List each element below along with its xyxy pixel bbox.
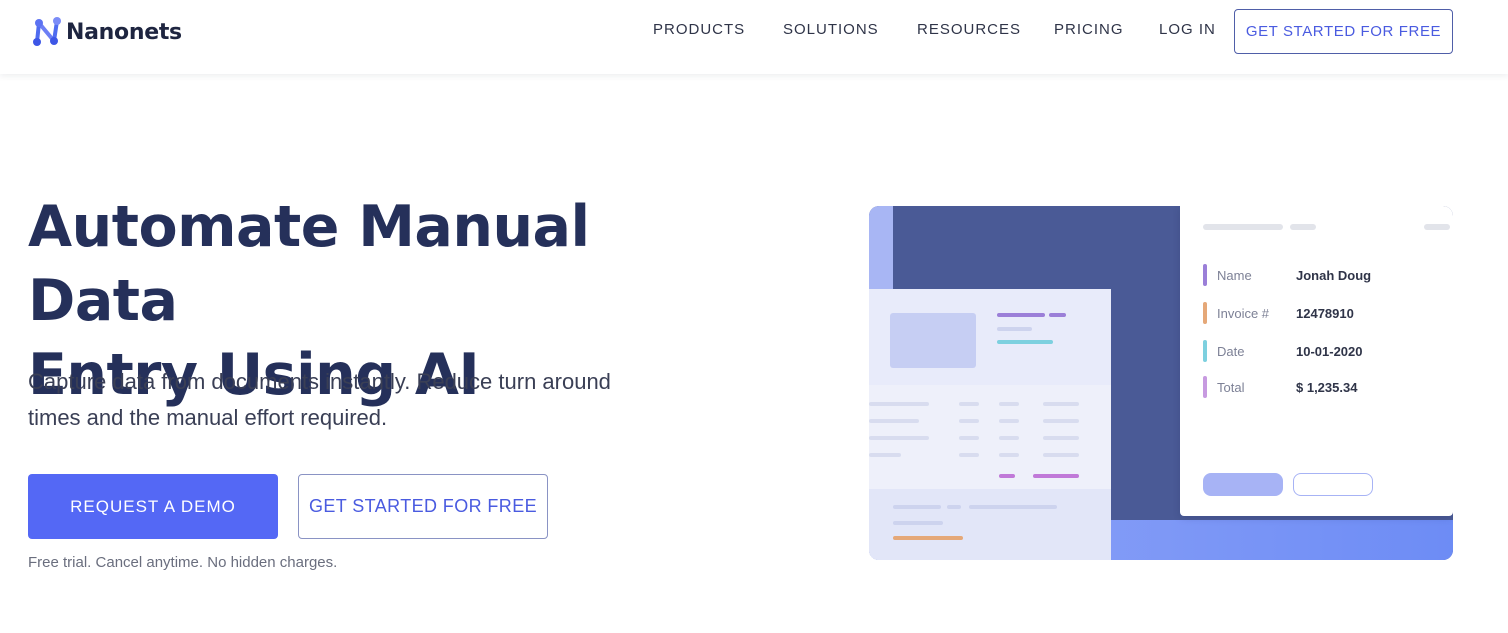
field-value: Jonah Doug [1296, 267, 1372, 283]
field-date: Date 10-01-2020 [1203, 340, 1363, 362]
get-started-free-button[interactable]: GET STARTED FOR FREE [298, 474, 548, 539]
document-line [1043, 436, 1079, 440]
document-line [959, 419, 979, 423]
document-line [893, 521, 943, 525]
invoice-illustration: Name Jonah Doug Invoice # 12478910 Date … [869, 206, 1453, 560]
document-line [869, 402, 929, 406]
document-line [999, 453, 1019, 457]
field-marker [1203, 376, 1207, 398]
document-line [869, 453, 901, 457]
document-total-line [1033, 474, 1079, 478]
trial-note: Free trial. Cancel anytime. No hidden ch… [28, 554, 338, 571]
document-line [959, 453, 979, 457]
nav-products[interactable]: PRODUCTS [653, 21, 745, 38]
site-header: Nanonets PRODUCTS SOLUTIONS RESOURCES PR… [0, 0, 1508, 74]
field-marker [1203, 264, 1207, 286]
document-line [997, 340, 1053, 344]
field-label: Total [1217, 379, 1245, 395]
nav-solutions[interactable]: SOLUTIONS [783, 21, 879, 38]
card-header-line [1203, 224, 1283, 230]
document-footer [869, 489, 1111, 560]
card-secondary-button [1293, 473, 1373, 496]
document-line [969, 505, 1057, 509]
field-name: Name Jonah Doug [1203, 264, 1371, 286]
hero-subtext: Capture data from documents instantly. R… [28, 369, 611, 430]
document-line [999, 419, 1019, 423]
document-line [1049, 313, 1066, 317]
document-line [893, 536, 963, 540]
document-line [893, 505, 941, 509]
document-line [947, 505, 961, 509]
field-label: Date [1217, 343, 1245, 359]
document-image-placeholder [890, 313, 976, 368]
hero-headline-line1: Automate Manual Data [28, 194, 590, 334]
document-line [997, 313, 1045, 317]
field-total: Total $ 1,235.34 [1203, 376, 1357, 398]
card-primary-button [1203, 473, 1283, 496]
field-label: Name [1217, 267, 1252, 283]
document-line [999, 402, 1019, 406]
document-line [1043, 419, 1079, 423]
field-label: Invoice # [1217, 305, 1270, 321]
logo[interactable]: Nanonets [30, 14, 182, 50]
logo-text: Nanonets [66, 19, 182, 45]
field-marker [1203, 302, 1207, 324]
field-value: 10-01-2020 [1296, 343, 1363, 359]
document-line [869, 436, 929, 440]
field-value: $ 1,235.34 [1296, 379, 1358, 395]
nav-resources[interactable]: RESOURCES [917, 21, 1021, 38]
field-invoice-number: Invoice # 12478910 [1203, 302, 1354, 324]
document-line [1043, 453, 1079, 457]
document-line [959, 436, 979, 440]
card-header-line [1290, 224, 1316, 230]
document-total-line [999, 474, 1015, 478]
extracted-data-card: Name Jonah Doug Invoice # 12478910 Date … [1180, 206, 1453, 516]
card-header-line [1424, 224, 1450, 230]
document-line [999, 436, 1019, 440]
request-demo-button[interactable]: REQUEST A DEMO [28, 474, 278, 539]
nav-login[interactable]: LOG IN [1159, 21, 1216, 38]
document-line [1043, 402, 1079, 406]
document-line [959, 402, 979, 406]
nav-pricing[interactable]: PRICING [1054, 21, 1124, 38]
field-marker [1203, 340, 1207, 362]
header-get-started-button[interactable]: GET STARTED FOR FREE [1234, 9, 1453, 54]
field-value: 12478910 [1296, 305, 1354, 321]
nanonets-logo-icon [33, 17, 61, 46]
document-line [869, 419, 919, 423]
invoice-document [869, 289, 1111, 560]
document-line [997, 327, 1032, 331]
